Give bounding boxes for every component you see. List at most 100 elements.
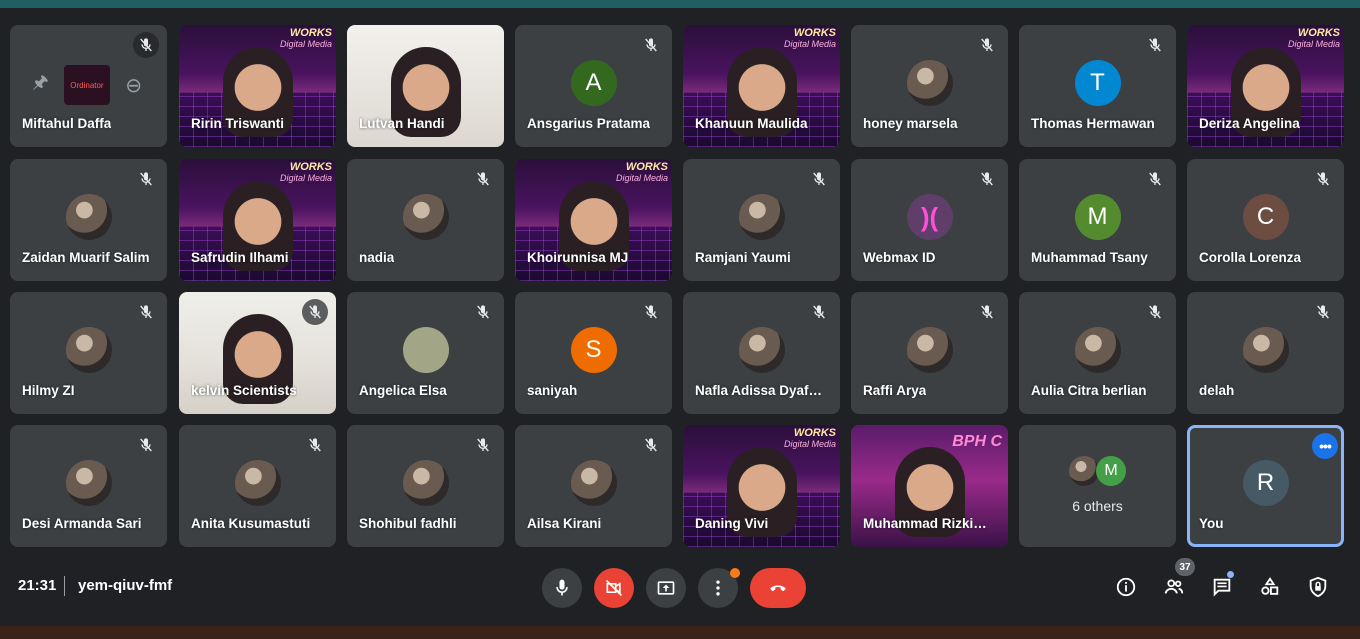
participant-tile[interactable]: WORKS Digital Media Ririn Triswanti [179,25,336,147]
pin-icon[interactable]: 🖈 [32,70,49,100]
avatar: R [1242,460,1289,506]
participant-tile[interactable]: Shohibul fadhli [347,425,504,547]
participant-tile[interactable]: Desi Armanda Sari [10,425,167,547]
participant-name: Zaidan Muarif Salim [22,250,150,265]
participant-tile[interactable]: R ••• You [1187,425,1344,547]
people-button[interactable] [1160,573,1188,601]
participant-tile[interactable]: Aulia Citra berlian [1019,292,1176,414]
participant-name: Aulia Citra berlian [1031,383,1147,398]
avatar [1242,327,1289,373]
mic-icon [556,579,568,596]
participant-tile[interactable]: M Muhammad Tsany [1019,159,1176,281]
present-icon [657,581,675,595]
remove-icon[interactable]: ⊖ [125,73,142,98]
participant-name: You [1199,516,1224,531]
participant-tile[interactable]: A Ansgarius Pratama [515,25,672,147]
info-button[interactable] [1112,573,1140,601]
activities-button[interactable] [1256,573,1284,601]
avatar: C [1242,194,1289,240]
mic-off-icon [638,32,664,58]
avatar: M [1074,194,1121,240]
mic-off-icon [302,299,328,325]
participant-name: Hilmy ZI [22,383,75,398]
chat-icon [1213,578,1231,597]
participant-name: Anita Kusumastuti [191,516,311,531]
works-overlay-subtitle: Digital Media [1287,39,1340,49]
participant-name: nadia [359,250,395,265]
participant-tile[interactable]: BPH C Muhammad Rizki… [851,425,1008,547]
works-overlay-title: WORKS [793,427,836,439]
participant-tile[interactable]: Ailsa Kirani [515,425,672,547]
participant-tile[interactable]: Nafla Adissa Dyaf… [683,292,840,414]
present-button[interactable] [646,568,686,608]
participant-tile[interactable]: delah [1187,292,1344,414]
mic-off-icon [806,299,832,325]
camera-off-icon [605,579,623,597]
participant-tile[interactable]: kelvin Scientists [179,292,336,414]
self-more-options-button[interactable]: ••• [1312,433,1338,459]
camera-button[interactable] [594,568,634,608]
avatar: T [1074,60,1121,106]
participant-tile[interactable]: WORKS Digital Media Khoirunnisa MJ [515,159,672,281]
participant-tile[interactable]: Anita Kusumastuti [179,425,336,547]
avatar [65,194,112,240]
participant-tile[interactable]: honey marsela [851,25,1008,147]
participant-name: Desi Armanda Sari [22,516,142,531]
works-overlay-subtitle: Digital Media [615,173,668,183]
avatar [738,194,785,240]
participant-name: Khoirunnisa MJ [527,250,629,265]
participant-tile[interactable]: Lutvan Handi [347,25,504,147]
avatar [65,327,112,373]
mic-off-icon [470,432,496,458]
chat-notification-dot [1227,571,1234,578]
participant-tile[interactable]: nadia [347,159,504,281]
participant-name: Muhammad Rizki… [863,516,987,531]
participant-name: Daning Vivi [695,516,769,531]
meeting-code: yem-qiuv-fmf [78,577,173,594]
avatar [402,460,449,506]
host-controls-button[interactable] [1304,573,1332,601]
mic-off-icon [974,32,1000,58]
participant-name: Ailsa Kirani [527,516,602,531]
participant-tile[interactable]: )(Webmax ID [851,159,1008,281]
works-overlay-title: WORKS [289,161,332,173]
participant-tile[interactable]: Ramjani Yaumi [683,159,840,281]
participant-tile[interactable]: Raffi Arya [851,292,1008,414]
mic-off-icon [974,299,1000,325]
avatar: A [570,60,617,106]
participant-tile[interactable]: M 6 others [1019,425,1176,547]
mic-off-icon [1310,299,1336,325]
participant-name: Khanuun Maulida [695,116,808,131]
info-icon [1116,577,1136,597]
participant-name: Ansgarius Pratama [527,116,651,131]
participant-tile[interactable]: Hilmy ZI [10,292,167,414]
participant-tile[interactable]: T Thomas Hermawan [1019,25,1176,147]
participant-name: delah [1199,383,1235,398]
activities-icon [1261,577,1279,595]
participant-tile[interactable]: WORKS Digital Media Khanuun Maulida [683,25,840,147]
participant-tile[interactable]: Zaidan Muarif Salim [10,159,167,281]
end-call-icon [770,585,786,592]
participant-tile[interactable]: Ssaniyah [515,292,672,414]
mic-off-icon [806,166,832,192]
mic-off-icon [638,432,664,458]
works-overlay-title: WORKS [1297,27,1340,39]
participant-tile[interactable]: Angelica Elsa [347,292,504,414]
participant-tile[interactable]: WORKS Digital Media Daning Vivi [683,425,840,547]
more-options-icon [716,580,720,596]
participant-name: Webmax ID [863,250,936,265]
participant-tile[interactable]: 🖈 Ordinator ⊖ Miftahul Daffa [10,25,167,147]
mic-button[interactable] [542,568,582,608]
more-options-button[interactable] [698,568,740,608]
participant-tile[interactable]: WORKS Digital Media Safrudin Ilhami [179,159,336,281]
participant-tile[interactable]: C Corolla Lorenza [1187,159,1344,281]
mic-off-icon [974,166,1000,192]
works-overlay-title: WORKS [793,27,836,39]
works-overlay-subtitle: Digital Media [783,439,836,449]
participant-tile[interactable]: WORKS Digital Media Deriza Angelina [1187,25,1344,147]
end-call-button[interactable] [750,568,806,608]
works-overlay-subtitle: Digital Media [783,39,836,49]
participant-name: Ririn Triswanti [191,116,285,131]
participant-name: Ramjani Yaumi [695,250,791,265]
avatar [738,327,785,373]
